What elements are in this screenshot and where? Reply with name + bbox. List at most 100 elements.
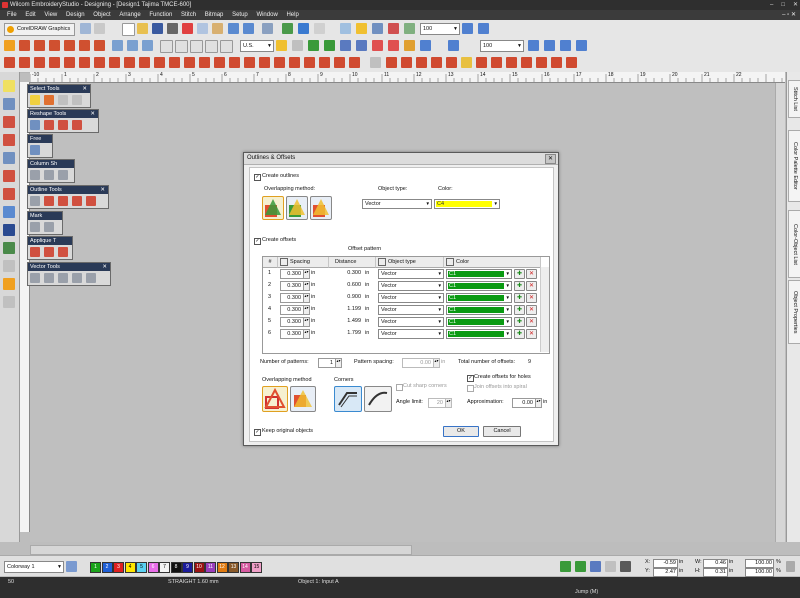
color-swatch[interactable]: 14 <box>239 562 251 573</box>
satin-icon[interactable] <box>19 40 30 51</box>
object-type-select[interactable]: Vector ▼ <box>378 317 444 327</box>
angle-limit-input[interactable]: 20 <box>428 398 446 408</box>
color-swatch[interactable]: 11 <box>205 562 216 573</box>
color-icon[interactable] <box>3 278 15 290</box>
digitize-icon[interactable] <box>446 57 457 68</box>
palette-header[interactable]: Column Sh <box>28 160 74 168</box>
mark-icon[interactable] <box>44 222 54 232</box>
object-type-select[interactable]: Vector ▼ <box>378 329 444 339</box>
eyedropper-icon[interactable] <box>605 561 616 572</box>
menu-function[interactable]: Function <box>149 12 172 18</box>
zoom-icon[interactable] <box>298 23 309 34</box>
column-icon[interactable] <box>30 170 40 180</box>
delete-row-button[interactable]: ✕ <box>526 293 537 303</box>
fill-icon[interactable] <box>4 40 15 51</box>
scale-x-value[interactable]: 100.00 <box>745 559 774 568</box>
number-of-patterns-input[interactable]: 1 <box>318 358 336 368</box>
reshape-icon[interactable] <box>3 98 15 110</box>
close-icon[interactable]: ✕ <box>102 263 107 271</box>
dialog-close-button[interactable]: ✕ <box>545 154 556 164</box>
tab-stitch-list[interactable]: Stitch List <box>788 80 800 118</box>
run-icon[interactable] <box>94 40 105 51</box>
x-value[interactable]: -0.59 <box>653 559 678 568</box>
create-offsets-checkbox[interactable] <box>254 238 261 245</box>
join-offsets-spiral-checkbox[interactable] <box>467 385 474 392</box>
palette-icon[interactable] <box>66 561 77 572</box>
digitize-icon[interactable] <box>431 57 442 68</box>
digitize-icon[interactable] <box>289 57 300 68</box>
colorway-select[interactable]: Colorway 1 ▼ <box>4 561 64 573</box>
select-icon[interactable] <box>72 95 82 105</box>
outline-icon[interactable] <box>86 196 96 206</box>
digitize-icon[interactable] <box>49 57 60 68</box>
digitize-icon[interactable] <box>491 57 502 68</box>
menu-arrange[interactable]: Arrange <box>119 12 140 18</box>
color-swatch[interactable]: 2 <box>101 562 113 573</box>
spacing-input[interactable]: 0.300 <box>280 329 304 339</box>
digitize-icon[interactable] <box>229 57 240 68</box>
color-select[interactable]: C1 ▼ <box>446 281 512 291</box>
reshape-icon[interactable] <box>72 120 82 130</box>
vertical-scrollbar[interactable] <box>775 83 785 542</box>
print-icon[interactable] <box>167 23 178 34</box>
color-swatch[interactable]: 9 <box>182 562 193 573</box>
dialog-title-bar[interactable]: Outlines & Offsets ✕ <box>244 153 558 165</box>
envelope-icon[interactable] <box>340 23 351 34</box>
color-swatch[interactable]: 10 <box>193 562 205 573</box>
corners-rounded-icon[interactable] <box>364 386 392 412</box>
palette-header[interactable]: Applique T <box>28 237 72 245</box>
delete-row-button[interactable]: ✕ <box>526 317 537 327</box>
outline-color-select[interactable]: C4 ▼ <box>434 199 500 209</box>
stitch-player-icon[interactable] <box>282 23 293 34</box>
tool-icon[interactable] <box>404 40 415 51</box>
menu-help[interactable]: Help <box>286 12 298 18</box>
digitize-icon[interactable] <box>79 57 90 68</box>
undo-icon[interactable] <box>228 23 239 34</box>
save-icon[interactable] <box>152 23 163 34</box>
digitize-icon[interactable] <box>476 57 487 68</box>
digitize-icon[interactable] <box>259 57 270 68</box>
shape-icon[interactable] <box>3 260 15 272</box>
zoom-tool-icon[interactable] <box>448 40 459 51</box>
digitize-icon[interactable] <box>521 57 532 68</box>
minimize-button[interactable]: – <box>770 0 773 10</box>
digitize-icon[interactable] <box>19 57 30 68</box>
object-type-select[interactable]: Vector ▼ <box>378 281 444 291</box>
offset-overlap-method-2-icon[interactable] <box>290 386 316 412</box>
add-row-button[interactable]: ✚ <box>514 269 525 279</box>
effects-icon[interactable] <box>112 40 123 51</box>
overlap-method-2-icon[interactable] <box>286 196 308 220</box>
table-row[interactable]: 3 0.300 ▴▾ in 0.900 in Vector ▼ C1 ▼ ✚ ✕ <box>263 292 539 304</box>
h-value[interactable]: 0.31 <box>703 568 728 577</box>
sequence-icon[interactable] <box>388 23 399 34</box>
color-swatch[interactable]: 13 <box>228 562 239 573</box>
delete-row-button[interactable]: ✕ <box>526 269 537 279</box>
palette-header[interactable]: Free <box>28 135 52 143</box>
guides-icon[interactable] <box>205 40 218 53</box>
spacing-input[interactable]: 0.300 <box>280 317 304 327</box>
approximation-input[interactable]: 0.00 <box>512 398 536 408</box>
lock-proportions-icon[interactable] <box>786 561 795 572</box>
vector-icon[interactable] <box>30 273 40 283</box>
ok-button[interactable]: OK <box>443 426 479 437</box>
select-icon[interactable] <box>30 95 40 105</box>
menu-design[interactable]: Design <box>66 12 85 18</box>
tool-icon[interactable] <box>94 23 105 34</box>
menu-edit[interactable]: Edit <box>25 12 35 18</box>
color-select[interactable]: C1 ▼ <box>446 317 512 327</box>
zoom-fit-icon[interactable] <box>560 40 571 51</box>
digitize-icon[interactable] <box>214 57 225 68</box>
spin-arrows-icon[interactable]: ▴▾ <box>303 269 310 279</box>
color-swatch[interactable]: 4 <box>124 562 136 573</box>
color-icon[interactable] <box>404 23 415 34</box>
scale-y-value[interactable]: 100.00 <box>745 568 774 577</box>
col-header-object-type[interactable]: Object type <box>376 257 444 268</box>
palette-header[interactable]: Vector Tools ✕ <box>28 263 110 271</box>
3d-icon[interactable] <box>370 57 381 68</box>
spin-arrows-icon[interactable]: ▴▾ <box>445 398 452 408</box>
digitize-icon[interactable] <box>349 57 360 68</box>
applique-icon[interactable] <box>30 247 40 257</box>
redo-icon[interactable] <box>243 23 254 34</box>
lettering-icon[interactable] <box>127 40 138 51</box>
overlap-method-3-icon[interactable] <box>310 196 332 220</box>
